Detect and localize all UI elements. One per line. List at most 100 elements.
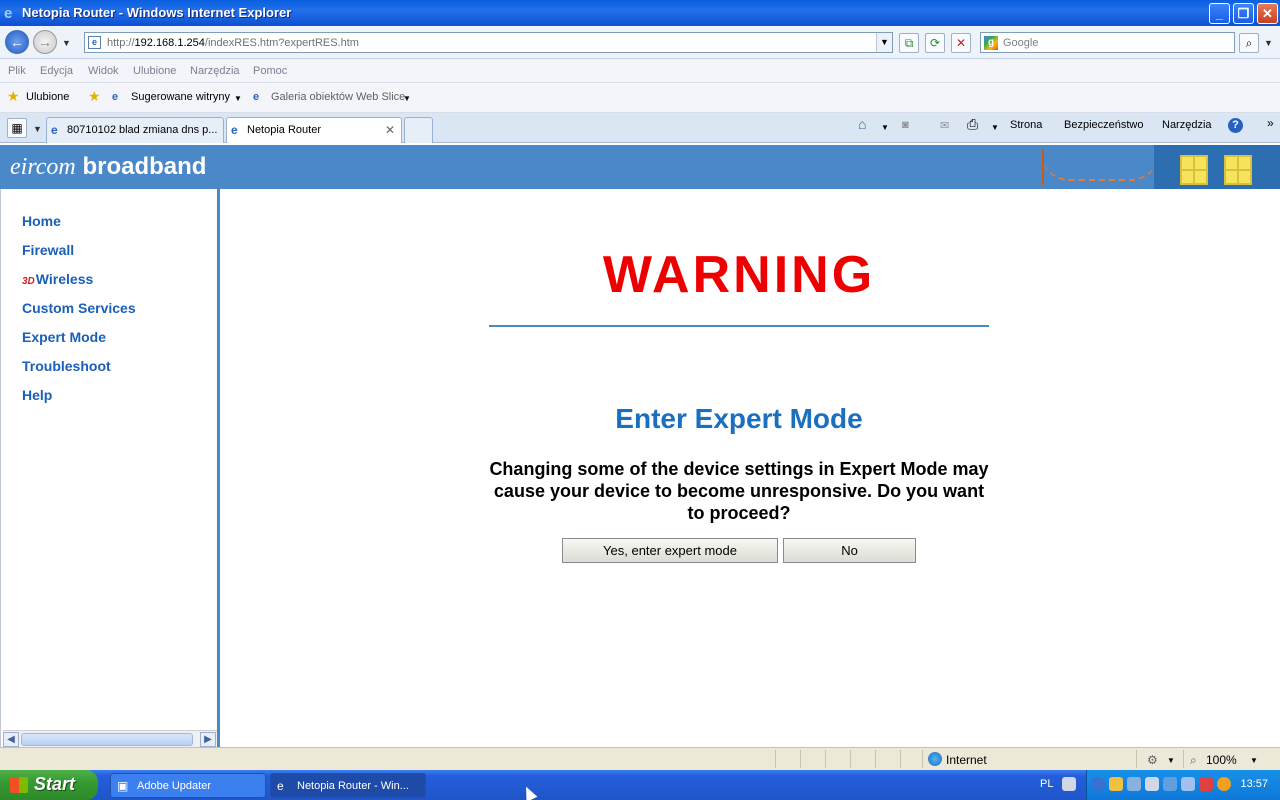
windows-flag-icon: [10, 777, 28, 793]
ie-page-icon: e: [253, 91, 260, 103]
refresh-icon[interactable]: ⟳: [925, 33, 945, 53]
window-graphic: [1180, 155, 1208, 185]
tab-list-icon[interactable]: ▼: [33, 124, 42, 134]
nav-wireless[interactable]: 3DWireless: [22, 271, 93, 287]
globe-icon: [928, 752, 942, 766]
taskbar-item-adobe-updater[interactable]: ▣ Adobe Updater: [110, 773, 266, 798]
tray-icon[interactable]: [1163, 777, 1177, 791]
nav-custom-services[interactable]: Custom Services: [22, 300, 136, 316]
wire-decoration: [1040, 151, 1160, 181]
search-input[interactable]: g Google: [980, 32, 1235, 53]
history-dropdown-icon[interactable]: ▼: [62, 38, 71, 48]
menu-edit[interactable]: Edycja: [40, 65, 73, 77]
back-button[interactable]: ←: [5, 30, 29, 54]
page-menu[interactable]: Strona: [1010, 119, 1042, 131]
tray-expand-icon[interactable]: [1091, 777, 1105, 791]
new-tab-button[interactable]: [404, 117, 433, 143]
suggested-sites-button[interactable]: Sugerowane witryny: [131, 91, 230, 103]
ie-icon: e: [231, 123, 238, 137]
mail-icon[interactable]: ✉: [940, 119, 949, 132]
tools-menu[interactable]: Narzędzia: [1162, 119, 1212, 131]
home-icon[interactable]: ⌂: [858, 116, 866, 132]
warning-message: Changing some of the device settings in …: [489, 459, 989, 523]
status-divider: [900, 750, 901, 768]
tray-icon[interactable]: [1181, 777, 1195, 791]
status-divider: [825, 750, 826, 768]
zoom-level[interactable]: 100%: [1206, 753, 1237, 767]
house-graphic: [1154, 145, 1280, 189]
tab-blog[interactable]: e 80710102 blad zmiana dns p...: [46, 117, 224, 143]
menu-bar: Plik Edycja Widok Ulubione Narzędzia Pom…: [0, 59, 1280, 83]
taskbar-item-netopia-router[interactable]: e Netopia Router - Win...: [270, 773, 426, 798]
help-icon[interactable]: ?: [1228, 118, 1243, 133]
adobe-updater-icon: ▣: [117, 779, 129, 793]
update-icon[interactable]: [1217, 777, 1231, 791]
chevron-down-icon[interactable]: ▼: [881, 123, 889, 132]
no-button[interactable]: No: [783, 538, 916, 563]
page-viewport: eircom broadband Home Firewall 3DWireles…: [0, 143, 1280, 747]
security-menu[interactable]: Bezpieczeństwo: [1064, 119, 1144, 131]
rss-feed-icon[interactable]: ◙: [902, 119, 909, 131]
tray-icon[interactable]: [1199, 777, 1213, 791]
address-bar[interactable]: e http://192.168.1.254/indexRES.htm?expe…: [84, 32, 893, 53]
menu-file[interactable]: Plik: [8, 65, 26, 77]
chevron-down-icon[interactable]: ▼: [1250, 756, 1258, 765]
web-slice-gallery-button[interactable]: Galeria obiektów Web Slice: [271, 91, 405, 103]
scroll-right-icon[interactable]: ▶: [200, 732, 216, 747]
zoom-icon[interactable]: ⌕: [1190, 753, 1197, 768]
close-button[interactable]: ✕: [1257, 3, 1278, 24]
stop-icon[interactable]: ✕: [951, 33, 971, 53]
chevron-down-icon[interactable]: ▼: [1167, 756, 1175, 765]
maximize-button[interactable]: ❐: [1233, 3, 1254, 24]
sidebar-horizontal-scrollbar[interactable]: ◀ ▶: [3, 730, 217, 747]
status-bar: Internet ⚙ ▼ ⌕ 100% ▼: [0, 747, 1280, 770]
search-icon[interactable]: ⌕: [1239, 33, 1259, 53]
quick-tabs-icon[interactable]: ▦: [7, 118, 27, 138]
ie-icon: e: [51, 123, 58, 137]
menu-help[interactable]: Pomoc: [253, 65, 287, 77]
nav-help[interactable]: Help: [22, 387, 52, 403]
forward-button[interactable]: →: [33, 30, 57, 54]
volume-icon[interactable]: [1145, 777, 1159, 791]
status-divider: [850, 750, 851, 768]
nav-troubleshoot[interactable]: Troubleshoot: [22, 358, 111, 374]
tab-netopia-router[interactable]: e Netopia Router ✕: [226, 117, 402, 143]
chevron-down-icon[interactable]: ▼: [234, 94, 242, 103]
3d-wireless-icon: 3D: [22, 276, 35, 287]
start-button[interactable]: Start: [0, 770, 98, 800]
favorites-button[interactable]: Ulubione: [26, 91, 69, 103]
minimize-button[interactable]: _: [1209, 3, 1230, 24]
scrollbar-thumb[interactable]: [21, 733, 193, 746]
status-divider: [800, 750, 801, 768]
title-bar: e Netopia Router - Windows Internet Expl…: [0, 0, 1280, 26]
network-icon[interactable]: [1127, 777, 1141, 791]
add-favorite-icon[interactable]: ★: [88, 88, 101, 105]
menu-favorites[interactable]: Ulubione: [133, 65, 176, 77]
search-options-icon[interactable]: ▼: [1264, 38, 1273, 48]
warning-title: WARNING: [602, 246, 876, 304]
tray-icon[interactable]: [1109, 777, 1123, 791]
address-dropdown-icon[interactable]: ▼: [876, 33, 892, 52]
tab-close-icon[interactable]: ✕: [385, 123, 395, 137]
print-icon[interactable]: ⎙: [967, 116, 978, 133]
language-indicator[interactable]: PL: [1040, 778, 1053, 790]
divider: [489, 325, 989, 327]
keyboard-icon[interactable]: [1062, 777, 1076, 791]
nav-firewall[interactable]: Firewall: [22, 242, 74, 258]
main-content: WARNING Enter Expert Mode Changing some …: [223, 189, 1280, 747]
compatibility-view-icon[interactable]: ⧉: [899, 33, 919, 53]
yes-enter-expert-mode-button[interactable]: Yes, enter expert mode: [562, 538, 778, 563]
taskbar: Start ▣ Adobe Updater e Netopia Router -…: [0, 770, 1280, 800]
chevron-down-icon[interactable]: ▼: [991, 123, 999, 132]
ie-page-icon: e: [112, 91, 119, 103]
nav-home[interactable]: Home: [22, 213, 61, 229]
menu-tools[interactable]: Narzędzia: [190, 65, 240, 77]
scroll-left-icon[interactable]: ◀: [3, 732, 19, 747]
status-divider: [1136, 750, 1137, 768]
chevron-down-icon[interactable]: ▼: [403, 94, 411, 103]
nav-expert-mode[interactable]: Expert Mode: [22, 329, 106, 345]
more-chevron-icon[interactable]: »: [1267, 116, 1274, 130]
menu-view[interactable]: Widok: [88, 65, 119, 77]
protected-mode-icon[interactable]: ⚙: [1147, 753, 1158, 767]
favorites-bar: ★ Ulubione ★ e Sugerowane witryny ▼ e Ga…: [0, 83, 1280, 113]
